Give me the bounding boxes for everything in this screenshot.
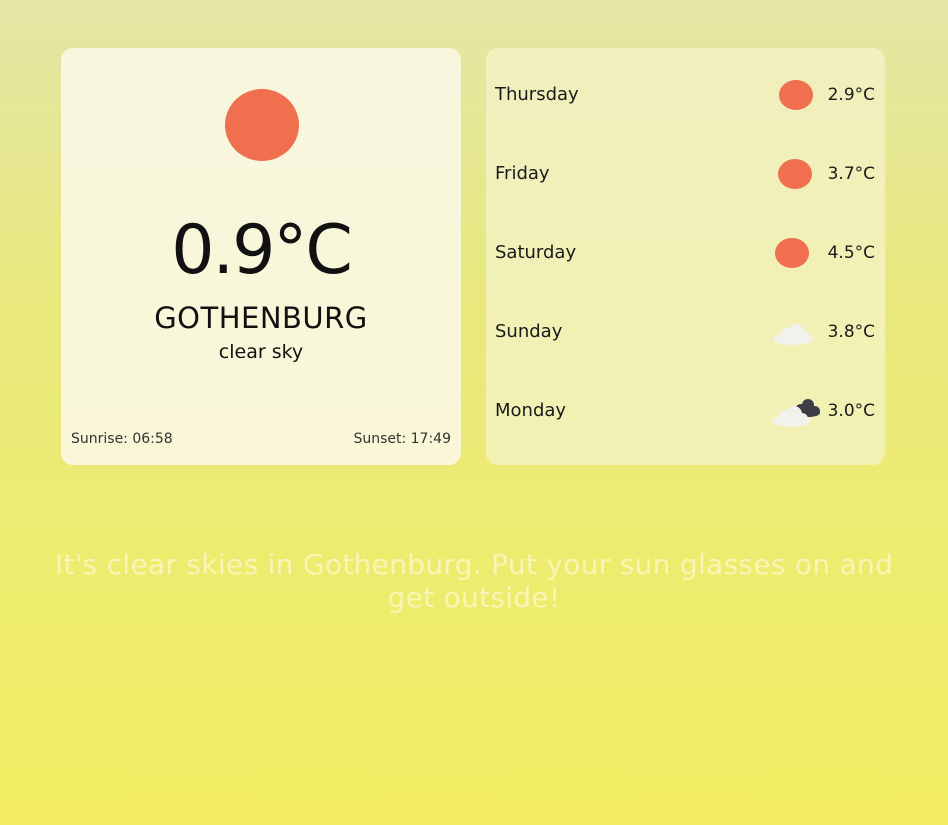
forecast-row-friday: Friday 3.7°C	[486, 154, 885, 194]
forecast-temperature: 2.9°C	[827, 85, 875, 105]
forecast-row-monday: Monday 3.0°C	[486, 391, 885, 431]
sun-icon	[779, 80, 813, 110]
sun-icon	[778, 159, 812, 189]
forecast-temperature: 3.0°C	[827, 401, 875, 421]
forecast-temperature: 3.8°C	[827, 322, 875, 342]
forecast-temperature: 4.5°C	[827, 243, 875, 263]
cloud-icon	[773, 324, 813, 345]
sunrise-time: Sunrise: 06:58	[71, 431, 173, 447]
weather-description: clear sky	[218, 341, 304, 363]
city-name: GOTHENBURG	[154, 301, 368, 335]
sunset-time: Sunset: 17:49	[353, 431, 451, 447]
forecast-card: Thursday 2.9°C Friday 3.7°C Saturday 4.5…	[486, 48, 885, 465]
sun-icon	[775, 238, 809, 268]
forecast-row-saturday: Saturday 4.5°C	[486, 233, 885, 273]
forecast-day-label: Monday	[495, 400, 567, 421]
forecast-row-thursday: Thursday 2.9°C	[486, 75, 885, 115]
current-weather-card: 0.9°C GOTHENBURG clear sky Sunrise: 06:5…	[61, 48, 461, 465]
sun-icon	[225, 89, 299, 161]
current-temperature: 0.9°C	[171, 211, 353, 290]
forecast-day-label: Saturday	[495, 242, 577, 263]
forecast-day-label: Sunday	[495, 321, 563, 342]
forecast-row-sunday: Sunday 3.8°C	[486, 312, 885, 352]
weather-message: It's clear skies in Gothenburg. Put your…	[54, 548, 894, 614]
forecast-temperature: 3.7°C	[827, 164, 875, 184]
forecast-day-label: Friday	[495, 163, 550, 184]
broken-clouds-icon	[772, 399, 820, 427]
forecast-day-label: Thursday	[495, 84, 579, 105]
